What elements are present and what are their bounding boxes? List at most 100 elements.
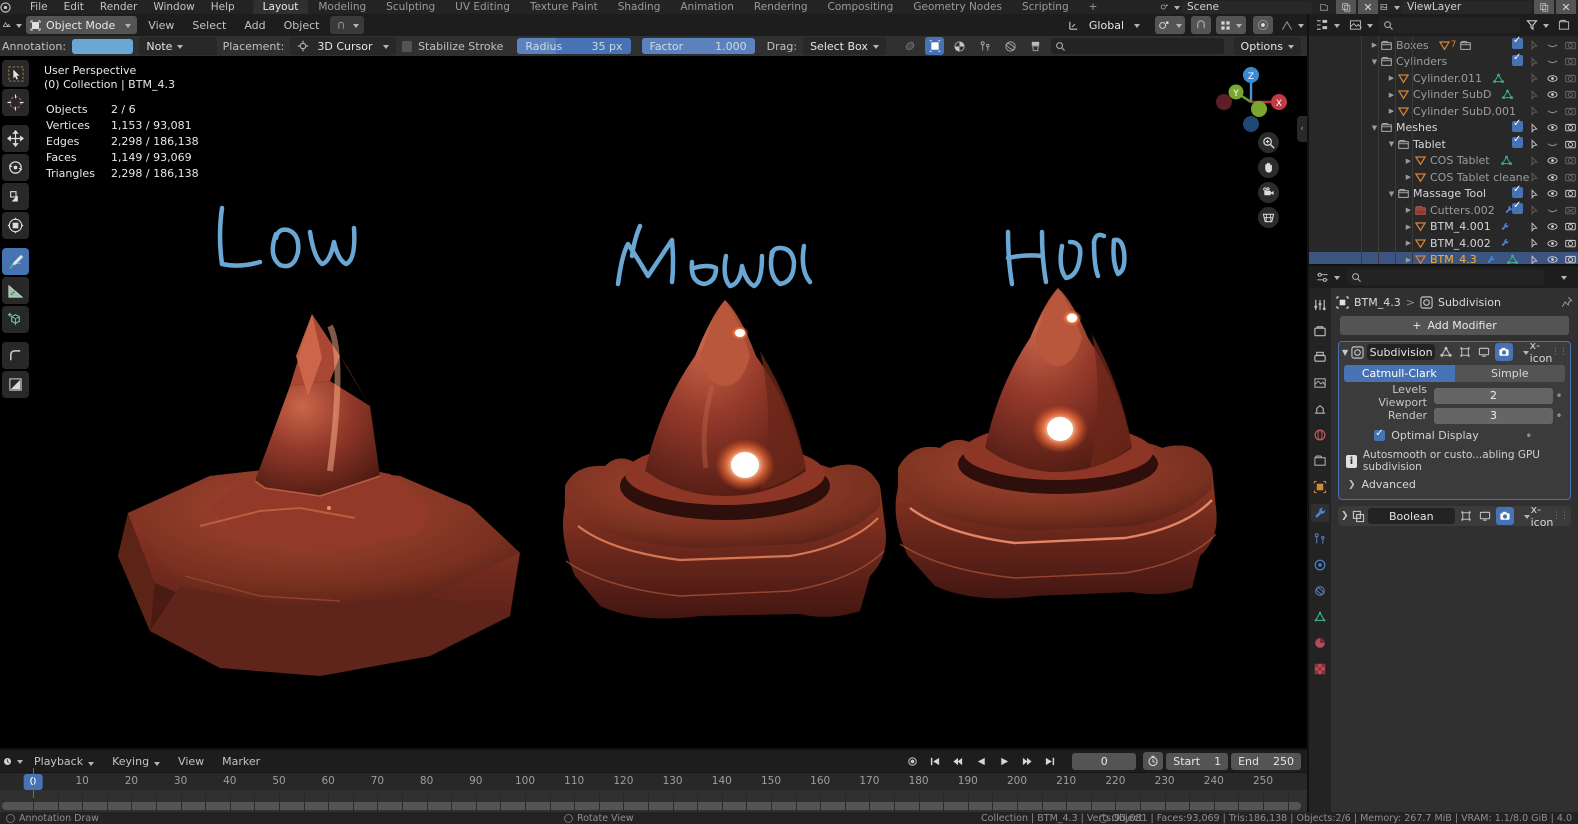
outliner-row[interactable]: ▶ BTM_4.002 <box>1309 235 1578 252</box>
render-display-icon[interactable] <box>1495 343 1513 361</box>
outliner-row-render-icon[interactable] <box>1565 221 1576 232</box>
workspace-tab-uv-editing[interactable]: UV Editing <box>445 0 520 14</box>
outliner-row-visibility-icon[interactable] <box>1547 89 1558 100</box>
stabilize-stroke-checkbox[interactable] <box>401 40 413 52</box>
annotation-layer-dropdown[interactable]: Note <box>139 37 217 55</box>
scene-tab[interactable] <box>1311 400 1329 418</box>
scale-tool[interactable] <box>2 183 29 210</box>
outliner-row[interactable]: ▶ Cylinder SubD.001 <box>1309 103 1578 120</box>
outliner-editor-type-icon[interactable] <box>1313 16 1343 34</box>
levels-render-animate-dot[interactable]: • <box>1553 410 1565 422</box>
outliner-row-exclude-checkbox[interactable]: ✓ <box>1512 36 1523 52</box>
outliner-row-label[interactable]: Cylinder SubD.001 <box>1413 105 1516 118</box>
snap-options-icon[interactable] <box>1216 16 1246 34</box>
workspace-tab-scripting[interactable]: Scripting <box>1012 0 1079 14</box>
outliner-display-mode-icon[interactable] <box>1346 16 1376 34</box>
camera-icon[interactable] <box>1258 182 1279 203</box>
workspace-tab-texture-paint[interactable]: Texture Paint <box>520 0 608 14</box>
boolean-name-field[interactable]: Boolean <box>1367 508 1455 524</box>
play-button[interactable] <box>994 752 1014 770</box>
render-tab[interactable] <box>1311 322 1329 340</box>
levels-render-value[interactable]: 3 <box>1434 407 1553 424</box>
outliner-row-disclosure[interactable]: ▶ <box>1402 223 1415 231</box>
view-layer-tab[interactable] <box>1311 374 1329 392</box>
measure-tool[interactable] <box>2 277 29 304</box>
collection-tab[interactable] <box>1311 452 1329 470</box>
move-tool[interactable] <box>2 125 29 152</box>
viewlayer-name-field[interactable]: ViewLayer <box>1402 0 1532 14</box>
outliner-row-selectable-icon[interactable] <box>1530 73 1540 84</box>
outliner-row[interactable]: ▶ COS Tablet cleane <box>1309 169 1578 186</box>
outliner-row[interactable]: ▶ BTM_4.001 <box>1309 219 1578 236</box>
outliner-row-render-icon[interactable] <box>1565 56 1576 67</box>
boolean-realtime-display-icon[interactable] <box>1477 507 1493 525</box>
outliner-row[interactable]: ▶ Cutters.002 ✓ <box>1309 200 1578 219</box>
viewport-menu-object[interactable]: Object <box>277 18 327 33</box>
placement-dropdown[interactable]: 3D Cursor <box>290 37 396 55</box>
rotate-tool[interactable] <box>2 154 29 181</box>
perspective-toggle-icon[interactable] <box>1258 207 1279 228</box>
modifier-drag-handle[interactable]: ⋮⋮ <box>1551 347 1568 357</box>
outliner-row-render-icon[interactable] <box>1565 238 1576 249</box>
constraints-tab[interactable] <box>1311 582 1329 600</box>
outliner-row-disclosure[interactable]: ▶ <box>1402 173 1415 181</box>
world-tab[interactable] <box>1311 426 1329 444</box>
outliner-row-label[interactable]: BTM_4.3 <box>1430 253 1477 264</box>
outliner-row[interactable]: ▶Boxes 7 ✓ <box>1309 36 1578 54</box>
add-cube-tool[interactable] <box>2 306 29 333</box>
editor-type-icon[interactable] <box>2 16 22 34</box>
outliner-row-selectable-icon[interactable] <box>1530 155 1540 166</box>
blender-logo-icon[interactable] <box>0 1 22 13</box>
outliner-row-label[interactable]: BTM_4.001 <box>1430 220 1491 233</box>
outliner-row-modifier-icon[interactable] <box>1500 238 1510 248</box>
particles-tab[interactable] <box>1311 530 1329 548</box>
transform-tool[interactable] <box>2 212 29 239</box>
use-preview-range-icon[interactable] <box>1143 752 1164 770</box>
workspace-tab-shading[interactable]: Shading <box>608 0 671 14</box>
outliner-row[interactable]: ▶ Cylinder SubD <box>1309 87 1578 104</box>
workspace-tab-geometry-nodes[interactable]: Geometry Nodes <box>903 0 1012 14</box>
outliner-row[interactable]: ▶ COS Tablet <box>1309 153 1578 170</box>
outliner-row-modifier-icon[interactable] <box>1500 222 1510 232</box>
viewport-options-dropdown[interactable]: Options <box>1233 37 1301 55</box>
3d-viewport[interactable]: User Perspective (0) Collection | BTM_4.… <box>0 56 1307 750</box>
outliner-row-render-icon[interactable] <box>1565 40 1576 51</box>
outliner-row-render-icon[interactable] <box>1565 122 1576 133</box>
modifier-tab[interactable] <box>1311 504 1329 522</box>
menu-help[interactable]: Help <box>203 1 243 13</box>
material-tab[interactable] <box>1311 634 1329 652</box>
workspace-tab-rendering[interactable]: Rendering <box>744 0 818 14</box>
drag-mode-dropdown[interactable]: Select Box <box>803 37 886 55</box>
advanced-section-toggle[interactable]: ❯ Advanced <box>1348 478 1561 491</box>
object-data-tab[interactable] <box>1311 608 1329 626</box>
physics-tab[interactable] <box>1311 556 1329 574</box>
viewport-menu-select[interactable]: Select <box>185 18 233 33</box>
outliner-row-disclosure[interactable]: ▶ <box>1385 107 1398 115</box>
outliner-row-selectable-icon[interactable] <box>1530 122 1540 133</box>
snap-blob-icon[interactable] <box>900 37 919 55</box>
current-frame-field[interactable]: 0 <box>1072 752 1137 770</box>
outliner-row-disclosure[interactable]: ▶ <box>1402 256 1415 264</box>
timeline-menu-marker[interactable]: Marker <box>215 754 267 769</box>
levels-viewport-value[interactable]: 2 <box>1434 387 1553 404</box>
bevel-preview-tool[interactable] <box>2 342 29 369</box>
properties-editor-type-icon[interactable] <box>1313 268 1343 286</box>
outliner-row-visibility-icon[interactable] <box>1547 122 1558 133</box>
viewport-menu-view[interactable]: View <box>141 18 181 33</box>
outliner-row-visibility-icon[interactable] <box>1547 188 1558 199</box>
optimal-display-animate-dot[interactable]: • <box>1523 430 1535 442</box>
timeline-menu-keying[interactable]: Keying <box>105 754 167 769</box>
outliner-row[interactable]: ▼ Cylinders ✓ <box>1309 52 1578 71</box>
timeline-menu-view[interactable]: View <box>171 754 211 769</box>
physics-filter-icon[interactable] <box>1001 37 1020 55</box>
properties-options-icon[interactable] <box>1548 268 1574 286</box>
play-reverse-button[interactable] <box>971 752 991 770</box>
outliner-row-exclude-checkbox[interactable]: ✓ <box>1512 184 1523 201</box>
proportional-editing-icon[interactable] <box>1253 16 1273 34</box>
outliner-row-disclosure[interactable]: ▼ <box>1385 190 1398 198</box>
outliner-row-disclosure[interactable]: ▶ <box>1402 206 1415 214</box>
outliner-row-data-icon[interactable] <box>1500 155 1512 166</box>
outliner-row-modifier-icon[interactable] <box>1486 255 1496 264</box>
modifier-name-field[interactable]: Subdivision <box>1367 344 1435 360</box>
properties-search-field[interactable] <box>1347 269 1544 285</box>
